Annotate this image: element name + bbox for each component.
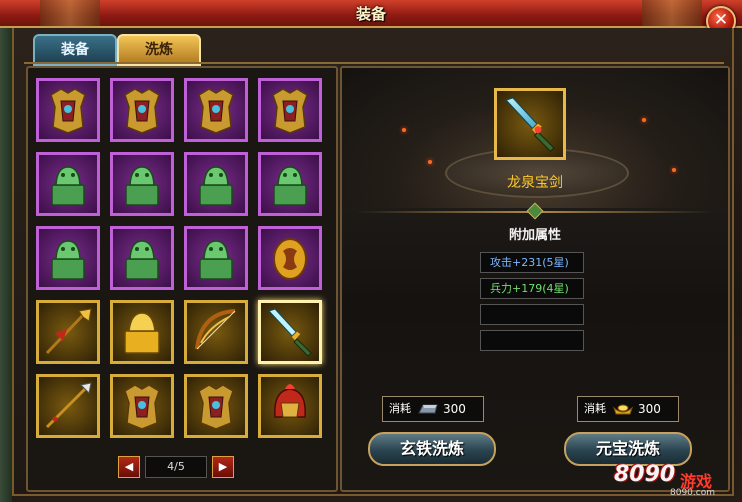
title-bar: 装备 [0, 0, 742, 28]
background-edge [0, 28, 12, 502]
armor-icon [198, 88, 234, 134]
logo-brand: 8090 [614, 462, 676, 487]
prev-page-button[interactable]: ◀ [118, 456, 140, 478]
gold-ingot-icon [612, 404, 634, 415]
spear-icon [45, 382, 92, 429]
inventory-slot[interactable] [184, 152, 248, 216]
refine-panel: 龙泉宝剑 附加属性 攻击+231(5星) 兵力+179(4星) 消耗 300 消… [340, 66, 730, 492]
iron-ingot-icon [418, 404, 438, 414]
attribute-line [480, 304, 584, 325]
armor-icon [272, 88, 308, 134]
forge-scene: 龙泉宝剑 [342, 68, 728, 208]
polearm-icon [45, 308, 92, 355]
jade-seal-icon [51, 240, 85, 280]
jade-seal-icon [273, 166, 307, 206]
armor-icon [198, 384, 234, 430]
jade-seal-icon [125, 166, 159, 206]
watermark-logo: 8090 游戏 8090.com [614, 458, 740, 500]
cost-label: 消耗 [584, 402, 606, 415]
inventory-slot[interactable] [258, 78, 322, 142]
inventory-slot[interactable] [36, 78, 100, 142]
inventory-slot[interactable] [110, 152, 174, 216]
ember [402, 128, 406, 132]
ember [428, 160, 432, 164]
inventory-slot[interactable] [184, 226, 248, 290]
bow-icon [195, 309, 236, 350]
page-indicator: 4/5 [145, 456, 207, 478]
inventory-slot[interactable] [258, 300, 322, 364]
armor-icon [124, 88, 160, 134]
armor-icon [124, 384, 160, 430]
inventory-slot[interactable] [36, 152, 100, 216]
inventory-slot[interactable] [258, 152, 322, 216]
refine-window: 装备 ✕ 装备 洗炼 ◀ 4/5 ▶ 龙泉宝剑 附加属性 攻击+231(5星) … [0, 0, 742, 502]
sword-icon [268, 308, 312, 357]
inventory-slot[interactable] [110, 300, 174, 364]
jade-seal-icon [51, 166, 85, 206]
sword-icon [505, 97, 555, 153]
inventory-panel [26, 66, 338, 492]
inventory-slot[interactable] [110, 78, 174, 142]
jade-seal-icon [199, 240, 233, 280]
attribute-line: 兵力+179(4星) [480, 278, 584, 299]
medallion-icon [273, 238, 307, 280]
inventory-slot[interactable] [258, 226, 322, 290]
selected-item-name: 龙泉宝剑 [507, 175, 563, 191]
inventory-slot[interactable] [36, 300, 100, 364]
iron-cost-box: 消耗 300 [382, 396, 484, 422]
window-title: 装备 [355, 5, 386, 23]
tab-divider [24, 62, 724, 64]
cost-value: 300 [638, 402, 661, 416]
gold-seal-icon [124, 312, 160, 354]
inventory-slot[interactable] [184, 78, 248, 142]
inventory-slot[interactable] [110, 226, 174, 290]
attribute-line [480, 330, 584, 351]
helmet-icon [274, 384, 306, 418]
iron-refine-button[interactable]: 玄铁洗炼 [368, 432, 496, 466]
inventory-slot[interactable] [184, 374, 248, 438]
inventory-slot[interactable] [110, 374, 174, 438]
jade-seal-icon [199, 166, 233, 206]
inventory-slot[interactable] [36, 226, 100, 290]
inventory-slot[interactable] [184, 300, 248, 364]
inventory-slot[interactable] [36, 374, 100, 438]
gold-cost-box: 消耗 300 [577, 396, 679, 422]
ember [642, 118, 646, 122]
cost-value: 300 [443, 402, 466, 416]
selected-item-slot[interactable] [494, 88, 566, 160]
next-page-button[interactable]: ▶ [212, 456, 234, 478]
attribute-line: 攻击+231(5星) [480, 252, 584, 273]
jade-seal-icon [125, 240, 159, 280]
logo-url: 8090.com [670, 488, 715, 498]
cost-label: 消耗 [389, 402, 411, 415]
armor-icon [50, 88, 86, 134]
attributes-title: 附加属性 [508, 228, 561, 243]
inventory-slot[interactable] [258, 374, 322, 438]
